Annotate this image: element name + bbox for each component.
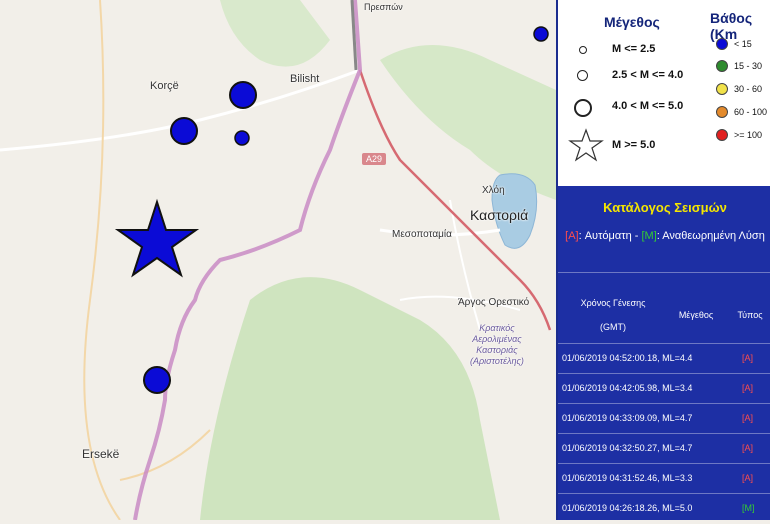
catalog-title: Κατάλογος Σεισμών [603,200,727,215]
event-type: [A] [742,383,754,393]
magnitude-label: M >= 5.0 [612,139,656,151]
event-type: [M] [742,503,755,513]
depth-dot [716,38,728,50]
depth-label: 30 - 60 [734,84,763,94]
legend-depth-title: Βάθος (Km [710,10,753,42]
magnitude-label: M <= 2.5 [612,43,656,55]
depth-dot [716,60,728,72]
catalog-row[interactable]: 01/06/2019 04:42:05.98, ML=3.4 [A] [558,373,770,404]
depth-dot [716,83,728,95]
side-panel: Μέγεθος Βάθος (Km M <= 2.5 2.5 < M <= 4.… [556,0,770,520]
header-type: Τύπος [737,310,763,320]
event-info: 01/06/2019 04:31:52.46, ML=3.3 [562,473,693,483]
map-view[interactable]: Πρεσπών Korçë Bilisht A29 Χλόη Καστοριά … [0,0,556,520]
depth-label: 60 - 100 [734,107,768,117]
event-type: [A] [742,443,754,453]
event-type: [A] [742,413,754,423]
automatic-text: : Αυτόματη - [578,230,642,242]
magnitude-star-icon [568,128,604,162]
magnitude-label: 2.5 < M <= 4.0 [612,69,684,81]
catalog-row[interactable]: 01/06/2019 04:33:09.09, ML=4.7 [A] [558,403,770,434]
revised-tag: [M] [641,230,657,242]
earthquake-marker[interactable] [533,26,549,42]
event-info: 01/06/2019 04:42:05.98, ML=3.4 [562,383,693,393]
event-info: 01/06/2019 04:33:09.09, ML=4.7 [562,413,693,423]
event-type: [A] [742,353,754,363]
magnitude-symbol-small [579,46,587,54]
depth-dot [716,129,728,141]
header-magnitude: Μέγεθος [678,310,714,320]
catalog-row[interactable]: 01/06/2019 04:52:00.18, ML=4.4 [A] [558,343,770,374]
earthquake-layer [114,26,549,394]
magnitude-symbol-medium [577,70,588,81]
legend-magnitude-title: Μέγεθος [604,14,660,30]
event-info: 01/06/2019 04:32:50.27, ML=4.7 [562,443,693,453]
legend: Μέγεθος Βάθος (Km M <= 2.5 2.5 < M <= 4.… [558,0,770,186]
earthquake-marker[interactable] [229,81,257,109]
revised-text: : Αναθεωρημένη Λύση [656,230,765,242]
header-time: Χρόνος Γένεσης [580,298,646,308]
event-type: [A] [742,473,754,483]
event-info: 01/06/2019 04:52:00.18, ML=4.4 [562,353,693,363]
catalog-subtitle: [A]: Αυτόματη - [M]: Αναθεωρημένη Λύση [558,230,770,242]
magnitude-label: 4.0 < M <= 5.0 [612,100,684,112]
depth-label: 15 - 30 [734,61,763,71]
earthquake-star-marker[interactable] [114,198,200,278]
header-gmt: (GMT) [600,322,626,332]
depth-label: < 15 [734,39,752,49]
earthquake-catalog: Κατάλογος Σεισμών [A]: Αυτόματη - [M]: Α… [558,186,770,520]
catalog-row[interactable]: 01/06/2019 04:31:52.46, ML=3.3 [A] [558,463,770,494]
depth-dot [716,106,728,118]
catalog-row[interactable]: 01/06/2019 04:32:50.27, ML=4.7 [A] [558,433,770,464]
magnitude-symbol-large [574,99,592,117]
automatic-tag: [A] [565,230,579,242]
earthquake-marker[interactable] [143,366,171,394]
catalog-row[interactable]: 01/06/2019 04:26:18.26, ML=5.0 [M] [558,493,770,524]
depth-label: >= 100 [734,130,763,140]
earthquake-marker[interactable] [234,130,250,146]
earthquake-marker[interactable] [170,117,198,145]
event-info: 01/06/2019 04:26:18.26, ML=5.0 [562,503,693,513]
